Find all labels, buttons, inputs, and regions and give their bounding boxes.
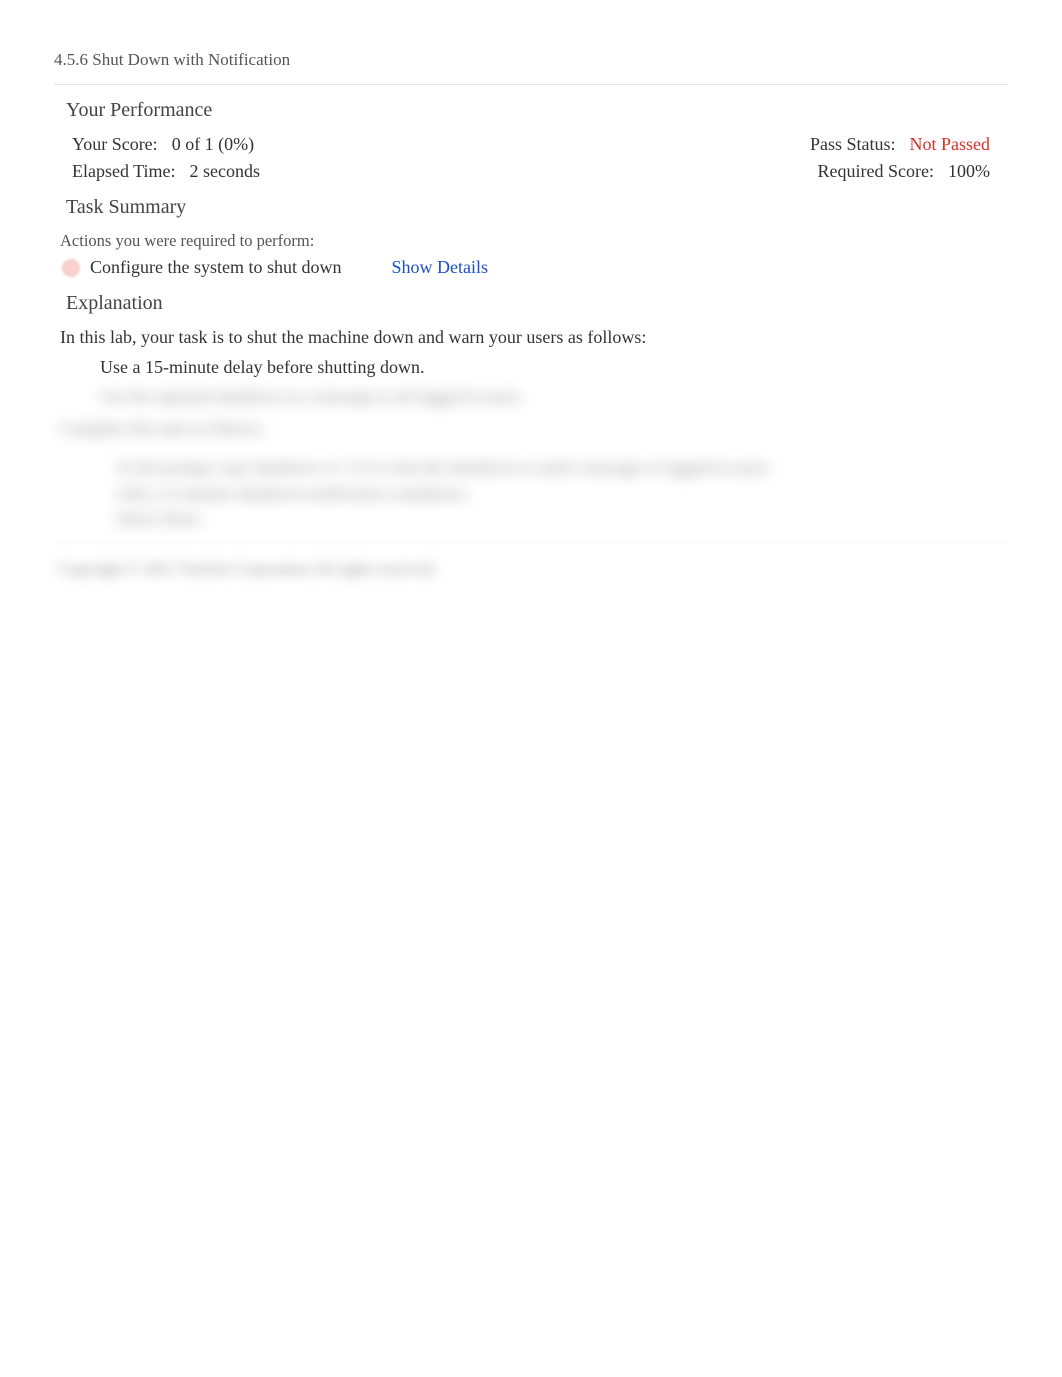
task-summary-heading: Task Summary xyxy=(66,196,1008,219)
blurred-step-2: Select Done. xyxy=(60,506,1002,532)
elapsed-value: 2 seconds xyxy=(190,161,261,182)
performance-grid: Your Score: 0 of 1 (0%) Elapsed Time: 2 … xyxy=(54,134,1008,182)
copyright-text: Copyright © 2021 TestOut Corporation All… xyxy=(54,561,1008,579)
bullet1-pre: Use a xyxy=(100,357,145,377)
task-item-text: Configure the system to shut down xyxy=(90,257,341,278)
bullet1-post: delay before shutting down. xyxy=(219,357,424,377)
show-details-link[interactable]: Show Details xyxy=(391,257,488,278)
bullet1-mid: 15-minute xyxy=(145,357,219,377)
document-title: 4.5.6 Shut Down with Notification xyxy=(54,50,1008,70)
explanation-bullet-1: Use a 15-minute delay before shutting do… xyxy=(100,354,1002,380)
blurred-bullet-2: Use the optional shutdown as a message t… xyxy=(60,384,1002,410)
score-label: Your Score: xyxy=(72,134,158,155)
blurred-divider xyxy=(54,542,1008,543)
elapsed-label: Elapsed Time: xyxy=(72,161,176,182)
blurred-step-1: At the prompt, type shutdown -h +15 to s… xyxy=(60,455,1002,481)
explanation-heading: Explanation xyxy=(66,292,1008,315)
pass-status-value: Not Passed xyxy=(910,134,991,155)
score-value: 0 of 1 (0%) xyxy=(172,134,254,155)
performance-heading: Your Performance xyxy=(66,99,1008,122)
task-item: Configure the system to shut down Show D… xyxy=(62,257,1002,278)
required-score-row: Required Score: 100% xyxy=(818,161,990,182)
explanation-intro: In this lab, your task is to shut the ma… xyxy=(60,327,1002,348)
status-fail-icon xyxy=(62,259,80,277)
pass-status-label: Pass Status: xyxy=(810,134,896,155)
blurred-complete-label: Complete this task as follows: xyxy=(60,416,1002,442)
score-row: Your Score: 0 of 1 (0%) xyxy=(72,134,260,155)
elapsed-row: Elapsed Time: 2 seconds xyxy=(72,161,260,182)
pass-status-row: Pass Status: Not Passed xyxy=(810,134,990,155)
actions-required-label: Actions you were required to perform: xyxy=(60,231,1002,251)
divider xyxy=(54,84,1008,85)
required-score-label: Required Score: xyxy=(818,161,934,182)
required-score-value: 100% xyxy=(948,161,990,182)
blurred-step-1b: with a 15-minute shutdown notification c… xyxy=(60,481,1002,507)
blurred-content: Use the optional shutdown as a message t… xyxy=(54,384,1008,532)
